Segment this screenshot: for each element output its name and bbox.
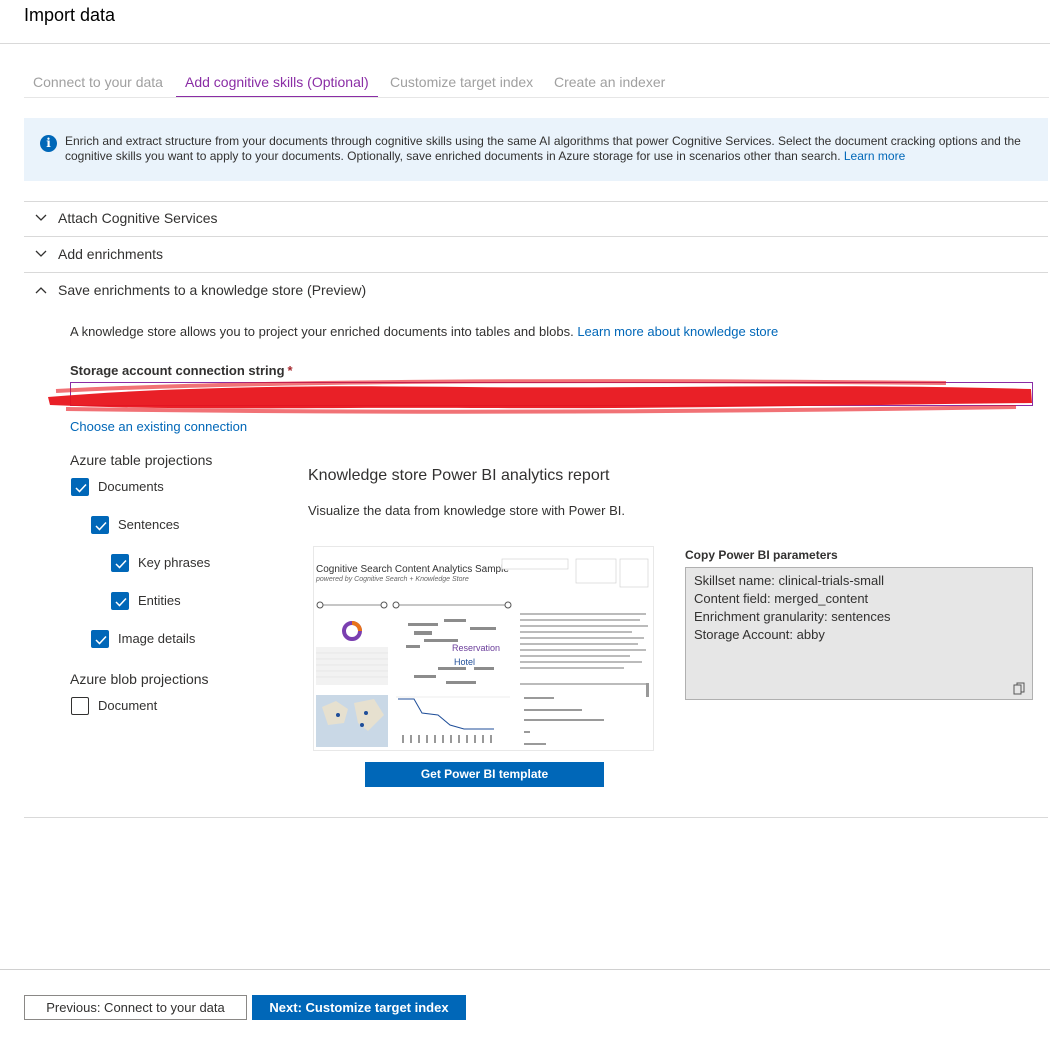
chevron-down-icon (35, 214, 47, 221)
blob-projections-heading: Azure blob projections (70, 671, 209, 687)
learn-more-link[interactable]: Learn more (844, 149, 905, 163)
footer-divider (0, 969, 1050, 970)
redaction-scribble (48, 379, 1032, 414)
learn-more-knowledge-store-link[interactable]: Learn more about knowledge store (577, 324, 778, 339)
param-granularity: Enrichment granularity: sentences (694, 609, 891, 624)
section-divider (24, 201, 1048, 202)
tab-cognitive-skills[interactable]: Add cognitive skills (Optional) (185, 74, 369, 90)
powerbi-report-description: Visualize the data from knowledge store … (308, 503, 625, 518)
checkbox-unchecked-icon (71, 697, 89, 715)
checkbox-checked-icon (111, 554, 129, 572)
checkbox-label: Document (98, 698, 158, 713)
section-divider (24, 272, 1048, 273)
accordion-label: Save enrichments to a knowledge store (P… (58, 282, 367, 298)
checkbox-label: Documents (98, 479, 164, 494)
param-skillset: Skillset name: clinical-trials-small (694, 573, 884, 588)
section-divider (24, 236, 1048, 237)
checkbox-label: Sentences (118, 517, 180, 532)
checkbox-label: Entities (138, 593, 181, 608)
powerbi-report-thumbnail: Cognitive Search Content Analytics Sampl… (313, 546, 654, 751)
powerbi-report-title: Knowledge store Power BI analytics repor… (308, 467, 610, 484)
checkbox-checked-icon (71, 478, 89, 496)
copy-icon[interactable] (1013, 682, 1026, 695)
thumbnail-word: Reservation (452, 643, 501, 653)
param-content-field: Content field: merged_content (694, 591, 869, 606)
get-powerbi-template-button[interactable]: Get Power BI template (365, 762, 604, 787)
title-divider (0, 43, 1050, 44)
checkbox-label: Key phrases (138, 555, 211, 570)
knowledge-store-text: A knowledge store allows you to project … (70, 324, 574, 339)
info-banner: i Enrich and extract structure from your… (24, 118, 1048, 181)
chevron-down-icon (35, 250, 47, 257)
copy-params-title: Copy Power BI parameters (685, 548, 838, 562)
tab-create-indexer[interactable]: Create an indexer (554, 74, 665, 90)
next-button[interactable]: Next: Customize target index (252, 995, 466, 1020)
checkbox-checked-icon (91, 630, 109, 648)
tab-customize-index[interactable]: Customize target index (390, 74, 533, 90)
param-storage-account: Storage Account: abby (694, 627, 825, 642)
page-title: Import data (24, 5, 116, 25)
powerbi-params-box[interactable]: Skillset name: clinical-trials-small Con… (685, 567, 1033, 700)
checkbox-checked-icon (91, 516, 109, 534)
info-text: Enrich and extract structure from your d… (65, 134, 1035, 164)
previous-button[interactable]: Previous: Connect to your data (24, 995, 247, 1020)
thumbnail-word: Hotel (454, 657, 476, 667)
accordion-label: Add enrichments (58, 246, 164, 262)
tab-connect-data[interactable]: Connect to your data (33, 74, 163, 90)
accordion-label: Attach Cognitive Services (58, 210, 218, 226)
info-icon: i (40, 135, 57, 152)
choose-existing-connection-link[interactable]: Choose an existing connection (70, 419, 247, 434)
chevron-up-icon (35, 287, 47, 294)
section-divider (24, 817, 1048, 818)
checkbox-checked-icon (111, 592, 129, 610)
knowledge-store-description: A knowledge store allows you to project … (70, 324, 778, 339)
tabs-divider (24, 97, 1049, 98)
table-projections-heading: Azure table projections (70, 452, 213, 468)
checkbox-label: Image details (118, 631, 196, 646)
